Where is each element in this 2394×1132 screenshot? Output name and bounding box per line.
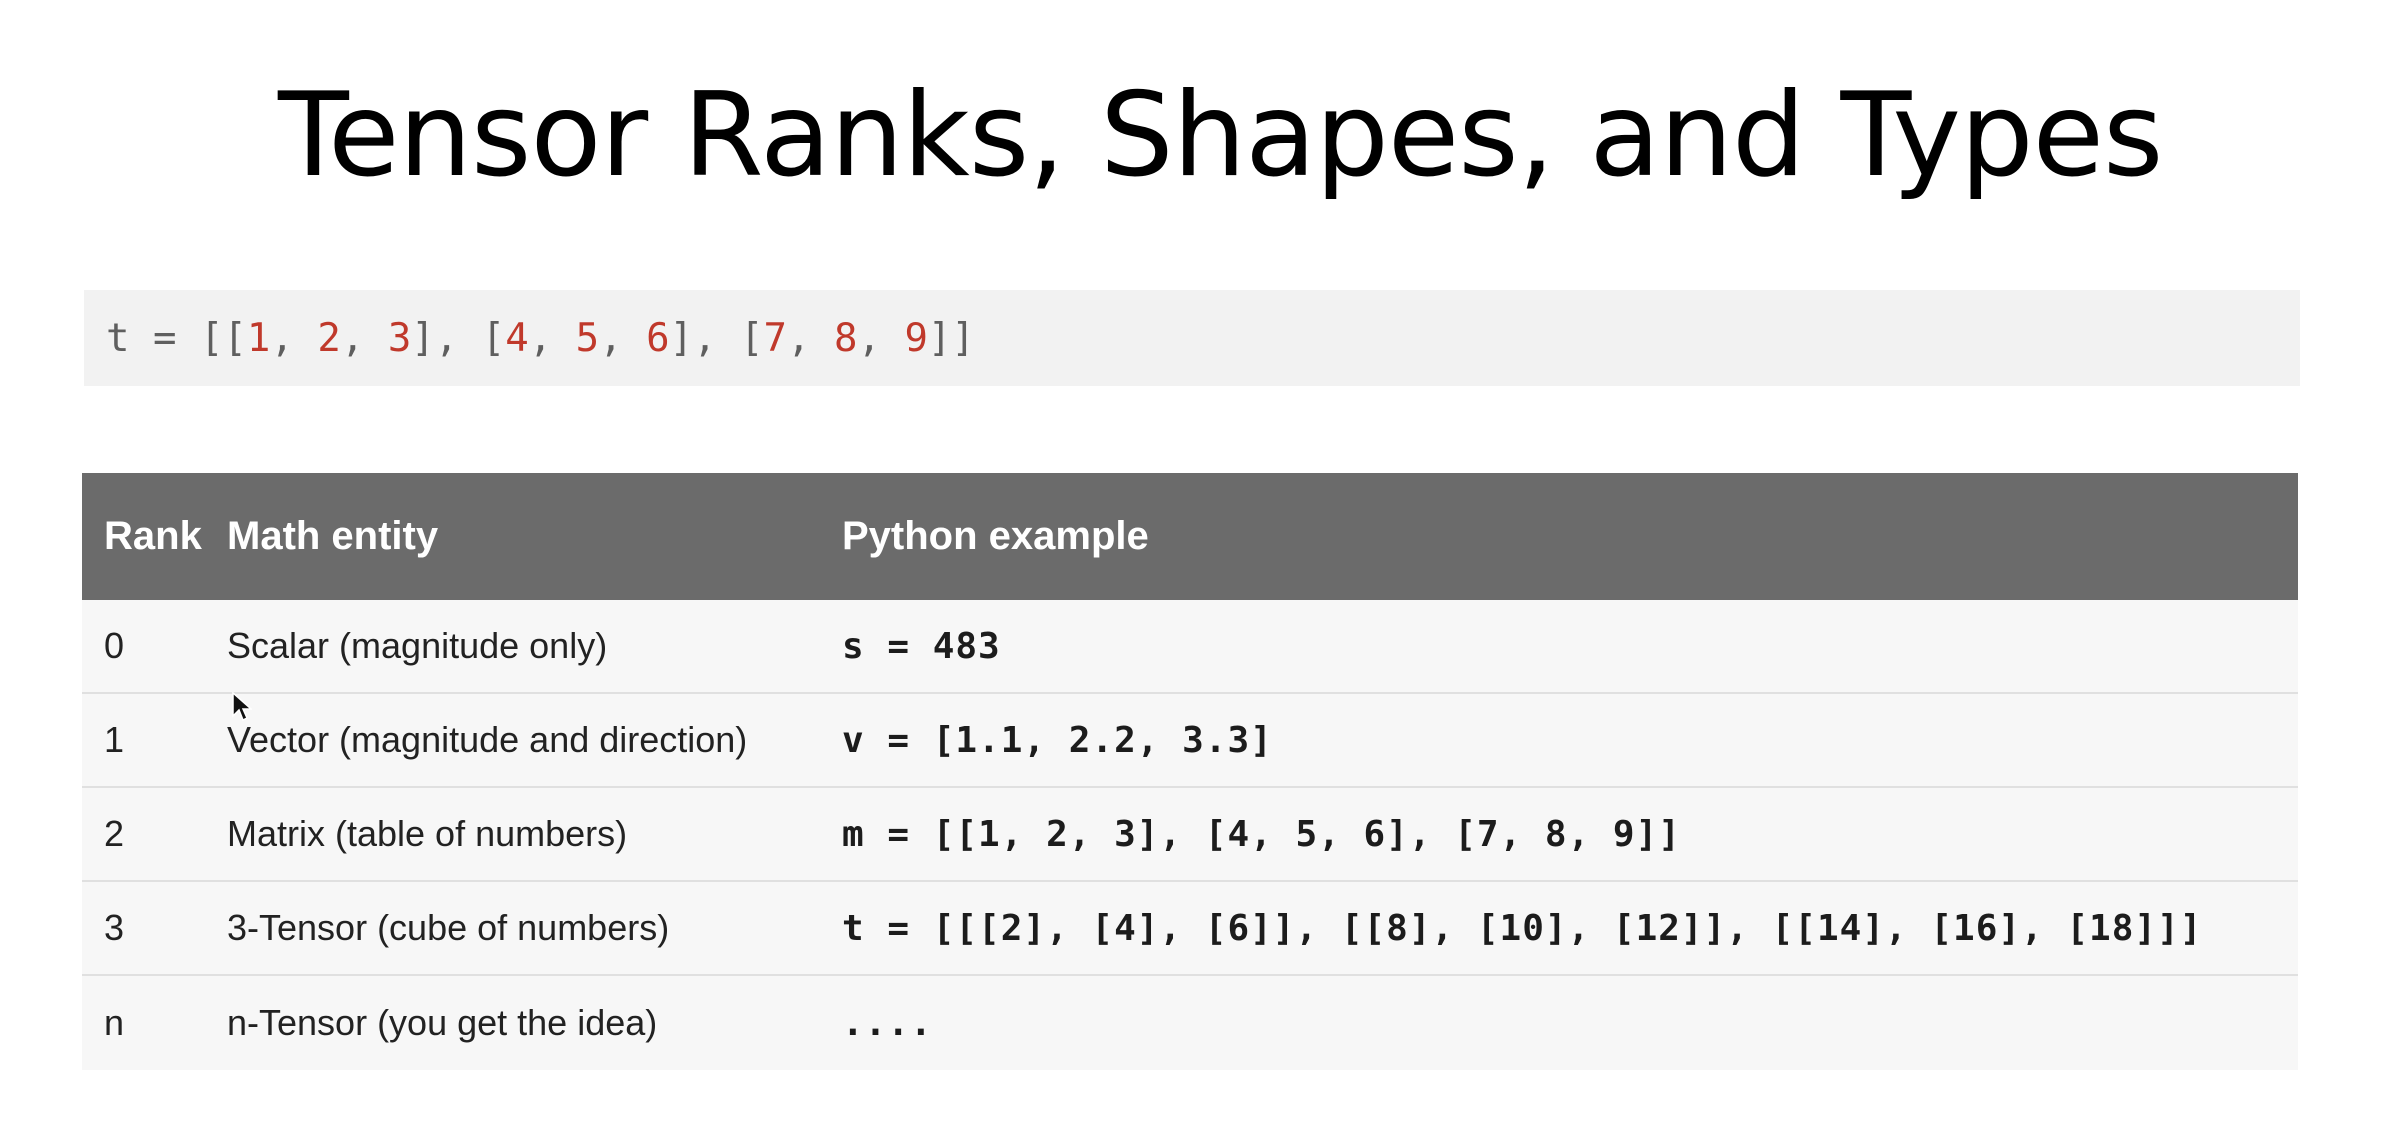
- cell-math-entity: 3-Tensor (cube of numbers): [227, 907, 670, 948]
- table-row: 2 Matrix (table of numbers) m = [[1, 2, …: [82, 788, 2298, 882]
- cell-rank: 2: [104, 813, 125, 854]
- cell-python-example: v = [1.1, 2.2, 3.3]: [842, 719, 1273, 761]
- cell-math-entity: Matrix (table of numbers): [227, 813, 628, 854]
- table-row: 3 3-Tensor (cube of numbers) t = [[[2], …: [82, 882, 2298, 976]
- code-number: 8: [833, 315, 858, 361]
- code-number: 5: [575, 315, 600, 361]
- code-snippet: t = [[1, 2, 3], [4, 5, 6], [7, 8, 9]]: [84, 290, 2300, 386]
- code-token: ], [: [669, 315, 764, 361]
- cell-rank: 3: [104, 907, 125, 948]
- code-token: ], [: [411, 315, 506, 361]
- code-variable: t: [106, 315, 130, 361]
- table-header-row: Rank Math entity Python example: [82, 473, 2298, 600]
- cell-python-example: t = [[[2], [4], [6]], [[8], [10], [12]],…: [842, 907, 2203, 949]
- code-token: ,: [599, 315, 647, 361]
- code-number: 6: [646, 315, 670, 361]
- header-rank: Rank: [104, 514, 202, 558]
- cell-rank: 1: [104, 719, 125, 760]
- code-assign: =: [129, 315, 200, 361]
- code-number: 7: [763, 315, 788, 361]
- cell-rank: n: [104, 1002, 125, 1043]
- table-row: 1 Vector (magnitude and direction) v = […: [82, 694, 2298, 788]
- header-python-example: Python example: [842, 514, 1149, 558]
- code-token: ,: [857, 315, 905, 361]
- code-number: 1: [246, 315, 271, 361]
- code-token: ]]: [927, 315, 975, 361]
- cell-python-example: m = [[1, 2, 3], [4, 5, 6], [7, 8, 9]]: [842, 813, 1681, 855]
- cell-rank: 0: [104, 625, 125, 666]
- cell-math-entity: n-Tensor (you get the idea): [227, 1002, 658, 1043]
- slide-title: Tensor Ranks, Shapes, and Types: [278, 68, 2163, 203]
- table-row: 0 Scalar (magnitude only) s = 483: [82, 600, 2298, 694]
- tensor-rank-table: Rank Math entity Python example 0 Scalar…: [82, 473, 2298, 1070]
- code-number: 3: [387, 315, 412, 361]
- table-row: n n-Tensor (you get the idea) ....: [82, 976, 2298, 1070]
- cell-math-entity: Scalar (magnitude only): [227, 625, 608, 666]
- code-number: 4: [505, 315, 529, 361]
- code-token: ,: [270, 315, 318, 361]
- code-token: ,: [528, 315, 576, 361]
- code-token: ,: [787, 315, 834, 361]
- cell-math-entity: Vector (magnitude and direction): [227, 719, 748, 760]
- header-math-entity: Math entity: [227, 514, 439, 558]
- code-token: [[: [199, 315, 247, 361]
- cell-python-example: ....: [842, 1002, 933, 1044]
- code-token: ,: [340, 315, 388, 361]
- cell-python-example: s = 483: [842, 625, 1001, 667]
- code-number: 2: [317, 315, 341, 361]
- mouse-pointer-icon: [232, 692, 252, 722]
- code-number: 9: [904, 315, 928, 361]
